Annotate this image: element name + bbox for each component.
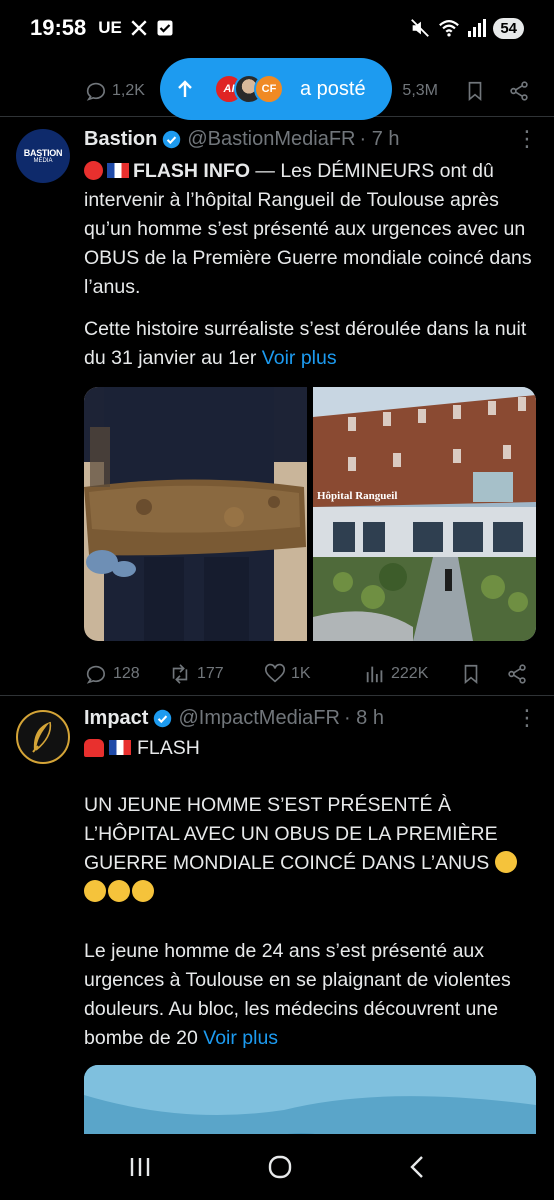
back-icon[interactable] bbox=[407, 1154, 427, 1180]
crying-emoji-icon bbox=[84, 880, 106, 902]
verified-badge-icon bbox=[154, 709, 172, 727]
author-handle[interactable]: @BastionMediaFR bbox=[187, 128, 355, 151]
avatar-subtext: MÉDIA bbox=[33, 158, 53, 164]
reply-button[interactable]: 128 bbox=[86, 663, 168, 685]
x-logo-icon bbox=[131, 20, 147, 36]
reply-button[interactable]: 1,2K bbox=[86, 80, 145, 102]
share-icon[interactable] bbox=[508, 80, 530, 102]
tweet-actions: 128 177 1K 222K bbox=[86, 659, 536, 689]
views-count: 222K bbox=[391, 665, 429, 682]
tweet-text-2-content: Le jeune homme de 24 ans s’est présenté … bbox=[84, 940, 517, 1049]
share-icon[interactable] bbox=[506, 663, 528, 685]
avatar[interactable] bbox=[16, 710, 70, 764]
arrow-up-icon bbox=[178, 80, 192, 97]
flash-label: FLASH bbox=[137, 737, 200, 759]
analytics-icon bbox=[366, 666, 383, 683]
tweet-impact[interactable]: Impact @ImpactMediaFR · 8 h ⋮ FLASH UN J… bbox=[0, 696, 554, 1175]
shell-photo[interactable] bbox=[84, 387, 307, 641]
avatar-text: BASTION bbox=[23, 148, 63, 158]
signal-icon bbox=[468, 19, 487, 37]
france-flag-icon bbox=[109, 740, 131, 755]
wifi-icon bbox=[439, 20, 460, 37]
repost-count: 177 bbox=[197, 665, 224, 682]
tweet-time: · 8 h bbox=[343, 706, 384, 729]
mute-icon bbox=[411, 19, 430, 37]
tweet-text: FLASH INFO — Les DÉMINEURS ont dû interv… bbox=[84, 157, 536, 298]
reply-icon bbox=[86, 82, 105, 101]
repost-icon bbox=[172, 664, 188, 684]
poster-avatars: AI CF bbox=[214, 74, 284, 104]
hospital-sign: Hôpital Rangueil bbox=[317, 490, 397, 502]
tweet-flash-line: FLASH bbox=[84, 734, 536, 763]
views-button[interactable]: 5,3M bbox=[402, 82, 438, 100]
battery-level: 54 bbox=[493, 17, 524, 39]
crying-emoji-icon bbox=[132, 880, 154, 902]
reply-icon bbox=[86, 665, 105, 684]
reply-count: 128 bbox=[113, 665, 140, 682]
crying-emoji-icon bbox=[494, 851, 517, 873]
status-notification-icons: UE bbox=[98, 18, 174, 38]
views-button[interactable]: 222K bbox=[364, 663, 460, 685]
reply-count: 1,2K bbox=[112, 82, 145, 99]
recent-apps-icon[interactable] bbox=[127, 1155, 153, 1179]
views-count: 5,3M bbox=[402, 82, 438, 99]
see-more-link[interactable]: Voir plus bbox=[203, 1027, 278, 1049]
see-more-link[interactable]: Voir plus bbox=[262, 347, 337, 369]
more-options-icon[interactable]: ⋮ bbox=[516, 126, 538, 152]
author-handle[interactable]: @ImpactMediaFR bbox=[178, 707, 339, 730]
tweet-bastion[interactable]: BASTION MÉDIA Bastion @BastionMediaFR · … bbox=[0, 117, 554, 695]
status-time: 19:58 bbox=[30, 15, 87, 40]
more-options-icon[interactable]: ⋮ bbox=[516, 705, 538, 731]
tweet-body: Bastion @BastionMediaFR · 7 h ⋮ FLASH IN… bbox=[84, 125, 538, 689]
red-circle-icon bbox=[84, 161, 103, 180]
tweet-body: Impact @ImpactMediaFR · 8 h ⋮ FLASH UN J… bbox=[84, 704, 538, 1175]
posted-label: a posté bbox=[300, 77, 366, 100]
crying-emoji-icon bbox=[108, 880, 130, 902]
tweet-header: Bastion @BastionMediaFR · 7 h ⋮ bbox=[84, 125, 538, 153]
like-button[interactable]: 1K bbox=[264, 663, 364, 685]
tweet-header: Impact @ImpactMediaFR · 8 h ⋮ bbox=[84, 704, 538, 732]
author-name[interactable]: Bastion bbox=[84, 128, 157, 151]
tweet-text-main: UN JEUNE HOMME S’EST PRÉSENTÉ À L’HÔPITA… bbox=[84, 794, 504, 874]
heart-icon bbox=[265, 663, 285, 683]
new-posts-pill[interactable]: AI CF a posté bbox=[160, 58, 392, 120]
tweet-text-2: Cette histoire surréaliste s’est déroulé… bbox=[84, 315, 536, 373]
feather-icon bbox=[32, 721, 52, 753]
france-flag-icon bbox=[107, 163, 129, 178]
tweet-text-2: Le jeune homme de 24 ans s’est présenté … bbox=[84, 937, 536, 1053]
tweet-media[interactable]: Hôpital Rangueil bbox=[84, 387, 536, 641]
flash-info-label: FLASH INFO bbox=[133, 160, 250, 182]
avatar[interactable]: BASTION MÉDIA bbox=[16, 129, 70, 183]
home-icon[interactable] bbox=[267, 1154, 293, 1180]
tweet-text: UN JEUNE HOMME S’EST PRÉSENTÉ À L’HÔPITA… bbox=[84, 791, 536, 907]
author-name[interactable]: Impact bbox=[84, 707, 148, 730]
check-box-icon bbox=[157, 20, 173, 36]
bookmark-icon[interactable] bbox=[464, 80, 486, 102]
siren-icon bbox=[84, 739, 104, 757]
hospital-photo[interactable]: Hôpital Rangueil bbox=[313, 387, 536, 641]
like-count: 1K bbox=[291, 665, 311, 682]
status-bar: 19:58 UE 54 bbox=[0, 0, 554, 56]
tweet-time: · 7 h bbox=[359, 127, 400, 150]
verified-badge-icon bbox=[163, 130, 181, 148]
ue-indicator: UE bbox=[98, 18, 122, 37]
status-right: 54 bbox=[409, 17, 524, 39]
system-navigation-bar bbox=[0, 1134, 554, 1200]
poster-avatar: CF bbox=[254, 74, 284, 104]
repost-button[interactable]: 177 bbox=[168, 663, 264, 685]
bookmark-icon[interactable] bbox=[460, 663, 482, 685]
